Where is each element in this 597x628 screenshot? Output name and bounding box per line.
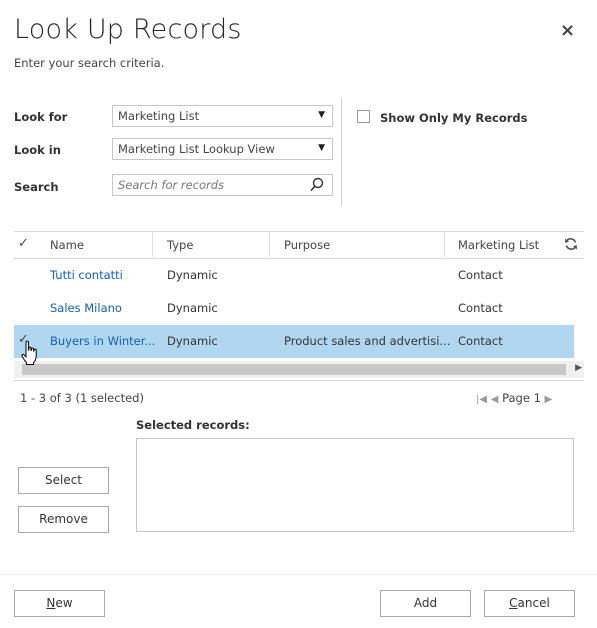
hand-pointer-icon — [20, 340, 40, 366]
table-row-selected[interactable]: ✓ Buyers in Winter... Dynamic Product sa… — [14, 325, 574, 358]
add-button[interactable]: Add — [380, 590, 471, 617]
show-only-my-records-label: Show Only My Records — [380, 111, 528, 125]
column-header-marketing-list[interactable]: Marketing List — [458, 238, 539, 252]
look-in-select[interactable]: Marketing List Lookup View ▼ — [112, 138, 333, 160]
next-page-icon[interactable]: ▶ — [545, 394, 553, 405]
prev-page-icon[interactable]: ◀ — [491, 394, 499, 405]
column-separator — [444, 232, 445, 257]
row-name-link[interactable]: Sales Milano — [50, 301, 122, 315]
select-button[interactable]: Select — [18, 467, 109, 494]
grid-header: ✓ Name Type Purpose Marketing List — [14, 232, 584, 258]
search-placeholder: Search for records — [118, 178, 225, 192]
horizontal-scrollbar[interactable]: ▶ — [14, 361, 584, 378]
new-button-rest: ew — [55, 596, 73, 610]
scroll-right-icon[interactable]: ▶ — [575, 363, 582, 373]
search-icon[interactable] — [308, 176, 326, 194]
close-icon[interactable]: × — [560, 22, 575, 40]
look-for-value: Marketing List — [118, 109, 200, 123]
new-button[interactable]: New — [14, 590, 105, 617]
triangle-down-icon: ▼ — [318, 110, 325, 120]
footer-divider — [0, 574, 597, 575]
cancel-button-mnemonic: C — [509, 596, 518, 610]
page-label: Page 1 — [502, 391, 541, 405]
column-separator — [152, 232, 153, 257]
row-name-link[interactable]: Buyers in Winter... — [50, 334, 155, 348]
search-label: Search — [14, 180, 59, 194]
remove-button[interactable]: Remove — [18, 506, 109, 533]
column-header-type[interactable]: Type — [167, 238, 193, 252]
column-header-purpose[interactable]: Purpose — [284, 238, 330, 252]
scrollbar-thumb[interactable] — [22, 364, 566, 375]
select-all-check-icon[interactable]: ✓ — [18, 236, 29, 251]
look-in-value: Marketing List Lookup View — [118, 142, 275, 156]
row-type: Dynamic — [167, 334, 218, 348]
dialog-title: Look Up Records — [14, 14, 242, 45]
row-type: Dynamic — [167, 268, 218, 282]
selected-records-box[interactable] — [136, 438, 574, 532]
first-page-icon[interactable]: |◀ — [476, 394, 487, 405]
dialog-subtitle: Enter your search criteria. — [14, 56, 165, 70]
selected-records-label: Selected records: — [136, 418, 250, 432]
cancel-button[interactable]: Cancel — [484, 590, 575, 617]
record-count: 1 - 3 of 3 (1 selected) — [20, 391, 144, 405]
row-name-link[interactable]: Tutti contatti — [50, 268, 123, 282]
column-header-name[interactable]: Name — [50, 238, 84, 252]
row-marketing-list: Contact — [458, 334, 503, 348]
table-row[interactable]: Sales Milano Dynamic Contact — [14, 292, 574, 325]
row-marketing-list: Contact — [458, 268, 503, 282]
refresh-icon[interactable] — [564, 237, 578, 254]
triangle-down-icon: ▼ — [318, 143, 325, 153]
pager: |◀ ◀ Page 1 ▶ — [476, 391, 552, 405]
row-type: Dynamic — [167, 301, 218, 315]
look-for-label: Look for — [14, 110, 68, 124]
table-row[interactable]: Tutti contatti Dynamic Contact — [14, 259, 574, 292]
show-only-my-records-checkbox[interactable] — [357, 110, 370, 123]
column-separator — [269, 232, 270, 257]
search-input[interactable]: Search for records — [112, 174, 333, 196]
grid-bottom-border — [14, 380, 584, 381]
form-divider — [341, 98, 342, 206]
row-marketing-list: Contact — [458, 301, 503, 315]
row-purpose: Product sales and advertisi... — [284, 334, 451, 348]
look-in-label: Look in — [14, 143, 61, 157]
look-for-select[interactable]: Marketing List ▼ — [112, 105, 333, 127]
cancel-button-rest: ancel — [517, 596, 550, 610]
